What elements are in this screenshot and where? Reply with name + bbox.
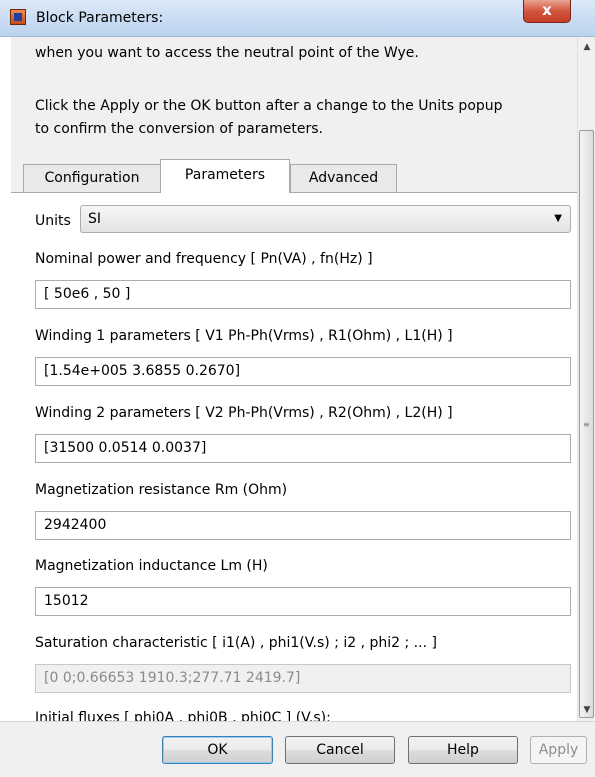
nominal-power-label: Nominal power and frequency [ Pn(VA) , f… [35,251,373,267]
initial-fluxes-label: Initial fluxes [ phi0A , phi0B , phi0C ]… [35,710,331,721]
magnetization-inductance-label: Magnetization inductance Lm (H) [35,558,268,574]
scrollbar-thumb[interactable]: ≡ [579,130,594,718]
description-line-2: Click the Apply or the OK button after a… [35,98,503,114]
magnetization-resistance-input[interactable]: 2942400 [35,511,571,540]
winding2-label: Winding 2 parameters [ V2 Ph-Ph(Vrms) , … [35,405,453,421]
saturation-label: Saturation characteristic [ i1(A) , phi1… [35,635,437,651]
app-icon [10,9,26,25]
cancel-button[interactable]: Cancel [285,736,395,764]
help-button[interactable]: Help [408,736,518,764]
description-line-1: when you want to access the neutral poin… [35,45,419,61]
grip-icon: ≡ [583,420,590,429]
units-dropdown[interactable]: SI ▼ [80,205,571,233]
scroll-up-icon[interactable]: ▲ [578,39,595,56]
nominal-power-input[interactable]: [ 50e6 , 50 ] [35,280,571,309]
tab-advanced[interactable]: Advanced [290,164,397,192]
units-label: Units [35,213,71,229]
saturation-input: [0 0;0.66653 1910.3;277.71 2419.7] [35,664,571,693]
chevron-down-icon: ▼ [554,213,562,224]
magnetization-resistance-label: Magnetization resistance Rm (Ohm) [35,482,288,498]
magnetization-inductance-input[interactable]: 15012 [35,587,571,616]
title-bar[interactable]: Block Parameters: x [0,0,595,37]
ok-button[interactable]: OK [162,736,273,764]
description-line-3: to confirm the conversion of parameters. [35,121,323,137]
window-title: Block Parameters: [36,10,164,26]
winding1-input[interactable]: [1.54e+005 3.6855 0.2670] [35,357,571,386]
tab-parameters[interactable]: Parameters [160,159,290,193]
button-bar: OK Cancel Help Apply [0,721,595,777]
dialog-content: when you want to access the neutral poin… [11,37,577,721]
scroll-down-icon[interactable]: ▼ [578,702,595,719]
description-panel: when you want to access the neutral poin… [11,37,577,147]
winding1-label: Winding 1 parameters [ V1 Ph-Ph(Vrms) , … [35,328,453,344]
close-button[interactable]: x [523,0,571,23]
apply-button: Apply [530,736,587,764]
units-value: SI [88,211,102,227]
winding2-input[interactable]: [31500 0.0514 0.0037] [35,434,571,463]
close-icon: x [542,1,552,19]
tab-configuration[interactable]: Configuration [23,164,161,192]
vertical-scrollbar[interactable]: ▲ ≡ ▼ [577,37,595,721]
